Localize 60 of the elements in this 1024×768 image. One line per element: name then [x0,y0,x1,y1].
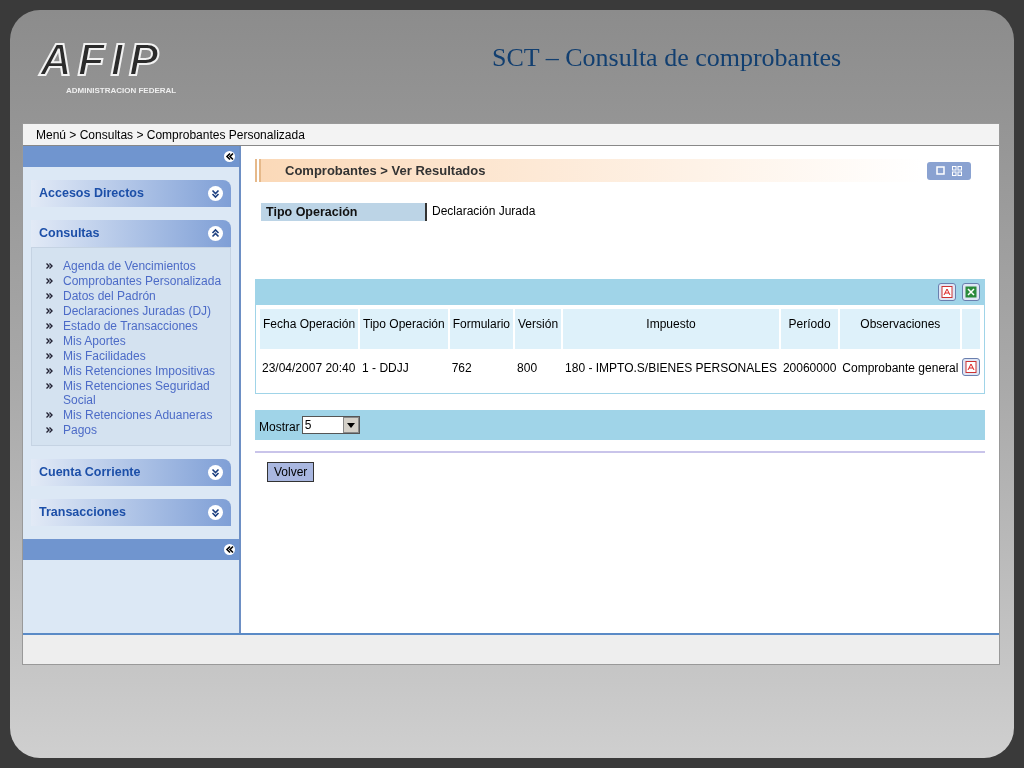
back-button[interactable]: Volver [267,462,315,482]
logo-subtitle: ADMINISTRACION FEDERAL [65,85,177,97]
slide-title: SCT – Consulta de comprobantes [492,42,842,74]
sidebar-link[interactable]: Mis Retenciones Aduaneras [63,407,226,422]
logo-mark: AFIP [40,38,165,82]
breadcrumb: Menú > Consultas > Comprobantes Personalizada [36,126,305,144]
bullet-icon [46,427,53,433]
column-header: Impuesto [563,309,779,349]
bullet-icon [46,293,53,299]
expand-chevron-icon [208,505,223,520]
column-header: Observaciones [840,309,961,349]
pager-label: Mostrar [259,419,300,436]
bullet-icon [46,412,53,418]
sidebar-link[interactable]: Comprobantes Personalizada [63,273,226,288]
bullet-icon [46,368,53,374]
column-header: Fecha Operación [260,309,359,349]
table-cell-text: 23/04/2007 20:40 [261,360,357,377]
sidebar-link[interactable]: Mis Aportes [63,333,226,348]
table-cell-text: 800 [516,360,539,377]
table-cell-text: 762 [450,360,473,377]
collapse-icon[interactable] [224,544,235,555]
sidebar-link[interactable]: Mis Retenciones Impositivas [63,363,226,378]
expand-chevron-icon [208,465,223,480]
column-header: Versión [515,309,562,349]
sidebar-link[interactable]: Pagos [63,422,226,437]
sidebar-link[interactable]: Estado de Transacciones [63,318,226,333]
collapse-icon[interactable] [224,151,235,162]
pdf-icon[interactable] [962,358,981,376]
spreadsheet-icon[interactable] [962,283,981,301]
sidebar-link[interactable]: Datos del Padrón [63,288,226,303]
pdf-icon[interactable] [938,283,957,301]
panel-title: Comprobantes > Ver Resultados [285,161,486,180]
rows-select[interactable]: 5 [301,416,360,434]
filter-label: Tipo Operación [261,203,427,221]
column-header: Período [780,309,839,349]
sidebar-section-header[interactable]: Cuenta Corriente [31,459,231,486]
column-header: Tipo Operación [360,309,448,349]
sidebar-section-header[interactable]: Accesos Directos [31,180,231,207]
bullet-icon [46,338,53,344]
table-cell-text: 1 - DDJJ [361,360,410,377]
table-cell-text: Comprobante general [841,360,960,377]
bullet-icon [46,263,53,269]
table-cell-text: 20060000 [781,360,838,377]
filter-value: Declaración Jurada [431,203,536,220]
bullet-icon [46,308,53,314]
collapse-chevron-icon [208,226,223,241]
column-header: Formulario [449,309,514,349]
bullet-icon [46,323,53,329]
sidebar-section-header[interactable]: Consultas [31,220,231,247]
bullet-icon [46,353,53,359]
expand-chevron-icon [208,186,223,201]
sidebar-link[interactable]: Declaraciones Juradas (DJ) [63,303,226,318]
sidebar-link[interactable]: Agenda de Vencimientos [63,258,226,273]
sidebar-link[interactable]: Mis Retenciones Seguridad Social [63,378,226,407]
sidebar-link[interactable]: Mis Facilidades [63,348,226,363]
bullet-icon [46,383,53,389]
sidebar-section-header[interactable]: Transacciones [31,499,231,526]
grid-view-icon[interactable] [952,165,963,176]
table-cell-text: 180 - IMPTO.S/BIENES PERSONALES [564,360,778,377]
bullet-icon [46,278,53,284]
